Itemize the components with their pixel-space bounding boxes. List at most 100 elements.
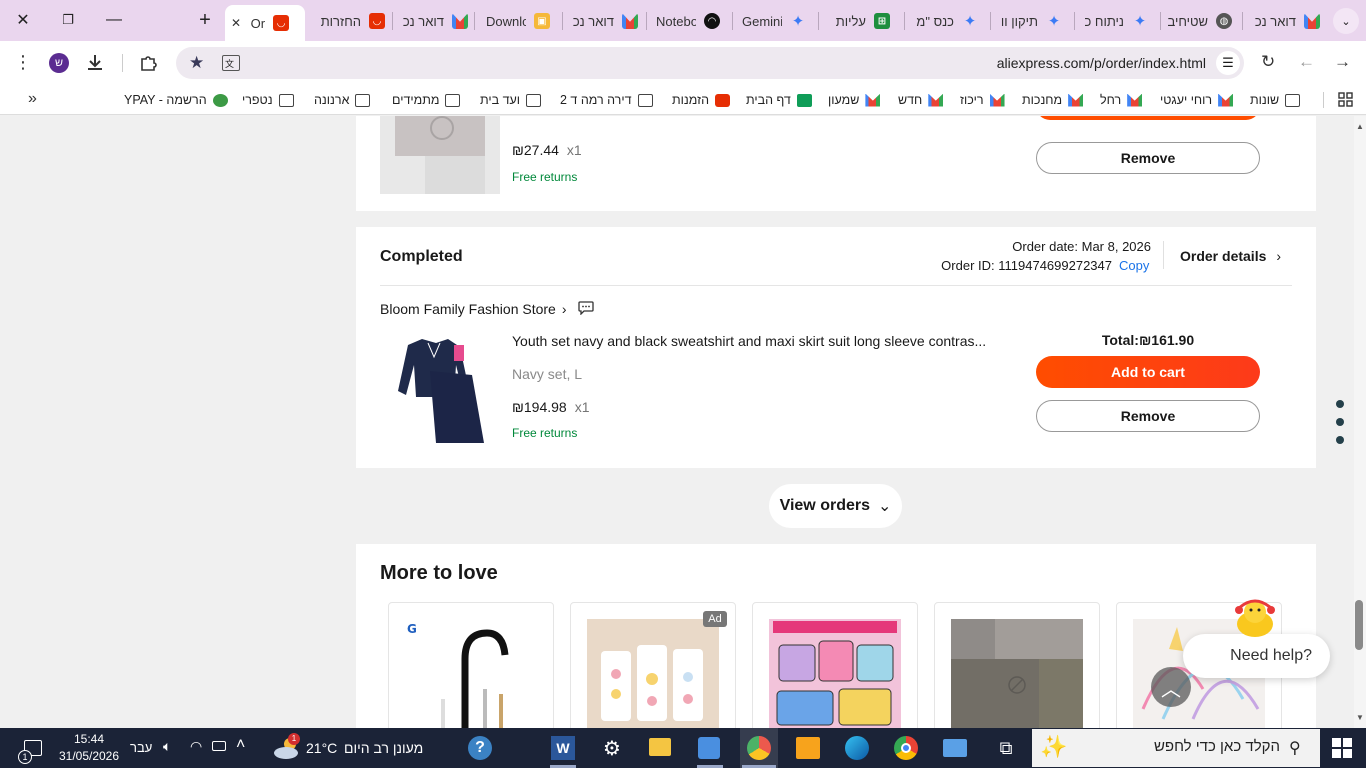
tab-gemini[interactable]: תיקון וו ✦ bbox=[998, 6, 1064, 36]
gmail-icon bbox=[1068, 93, 1084, 107]
bookmark-item[interactable]: חדש bbox=[898, 92, 944, 108]
profile-avatar[interactable]: ש bbox=[49, 53, 69, 73]
apps-button[interactable] bbox=[1338, 92, 1353, 107]
tab-gemini[interactable]: כנס "מ ✦ bbox=[914, 6, 980, 36]
weather-description[interactable]: מעונן רב היום bbox=[344, 740, 423, 756]
task-view-icon[interactable]: ⧉ bbox=[994, 736, 1018, 760]
calculator-app-icon[interactable] bbox=[796, 737, 820, 759]
bookmark-item[interactable]: רוחי יעגטי bbox=[1160, 92, 1234, 108]
bookmark-folder[interactable]: שונות bbox=[1250, 92, 1301, 108]
tab-title: דואר נכ bbox=[402, 13, 444, 29]
taskbar-search-placeholder[interactable]: הקלד כאן כדי לחפש bbox=[1100, 738, 1280, 755]
extensions-button[interactable] bbox=[138, 52, 160, 74]
menu-button[interactable]: ⋮ bbox=[14, 52, 32, 72]
folder-icon bbox=[526, 93, 542, 107]
order-details-link[interactable]: Order details › bbox=[1180, 248, 1281, 264]
remove-button[interactable]: Remove bbox=[1036, 142, 1260, 174]
add-to-cart-button[interactable] bbox=[1036, 116, 1260, 120]
close-window-button[interactable]: ✕ bbox=[0, 0, 46, 40]
bookmark-item[interactable]: רחל bbox=[1100, 92, 1143, 108]
bookmark-folder[interactable]: ועד בית bbox=[480, 92, 542, 108]
side-nav-dot[interactable] bbox=[1336, 400, 1344, 408]
scroll-up-arrow[interactable]: ▲ bbox=[1354, 122, 1366, 131]
monitor-app-icon[interactable] bbox=[943, 739, 967, 757]
product-title-link[interactable]: Youth set navy and black sweatshirt and … bbox=[512, 333, 992, 349]
tab-sheets[interactable]: עליות ⊞ bbox=[830, 6, 896, 36]
close-tab-icon[interactable]: ✕ bbox=[231, 16, 241, 30]
chat-store-button[interactable] bbox=[578, 301, 594, 316]
bookmark-item[interactable]: הזמנות bbox=[672, 92, 731, 108]
product-card[interactable] bbox=[752, 602, 918, 728]
tab-web[interactable]: שטיחיב ◍ bbox=[1168, 6, 1234, 36]
volume-icon[interactable]: 🔈︎ bbox=[163, 738, 171, 755]
forward-button[interactable]: → bbox=[1334, 52, 1351, 72]
back-button[interactable]: ← bbox=[1298, 52, 1315, 72]
bookmark-folder[interactable]: מתמידים bbox=[392, 92, 461, 108]
app-icon[interactable] bbox=[698, 737, 720, 759]
tab-download[interactable]: Downlc ▣ bbox=[486, 6, 552, 36]
order-date: Order date: Mar 8, 2026 bbox=[1012, 239, 1151, 254]
minimize-window-button[interactable]: — bbox=[91, 0, 137, 40]
word-app-icon[interactable]: W bbox=[551, 736, 575, 760]
folder-icon bbox=[355, 93, 371, 107]
file-explorer-icon[interactable] bbox=[649, 738, 671, 756]
tab-gemini[interactable]: Gemini ✦ bbox=[742, 6, 808, 36]
clock-time[interactable]: 15:44 bbox=[58, 732, 120, 746]
translate-button[interactable]: 文 bbox=[222, 55, 240, 71]
battery-icon[interactable] bbox=[212, 741, 226, 751]
tab-notebooklm[interactable]: Notebo ◠ bbox=[656, 6, 722, 36]
tab-gmail[interactable]: דואר נכ bbox=[570, 6, 638, 36]
tab-returns[interactable]: החזרות ◡ bbox=[313, 6, 385, 36]
copy-order-id-link[interactable]: Copy bbox=[1119, 258, 1149, 273]
bookmark-item[interactable]: ריכוז bbox=[960, 92, 1005, 108]
tab-search-button[interactable]: ⌄ bbox=[1333, 8, 1359, 34]
product-card[interactable]: Ad bbox=[570, 602, 736, 728]
bookmark-folder[interactable]: דירה רמה ד 2 bbox=[560, 92, 653, 108]
chevron-down-icon: ⌄ bbox=[1341, 15, 1351, 28]
bookmark-item[interactable]: מחנכות bbox=[1022, 92, 1084, 108]
edge-app-icon[interactable] bbox=[845, 736, 869, 760]
product-card[interactable] bbox=[934, 602, 1100, 728]
tab-orders[interactable]: ✕ Or ◡ bbox=[225, 5, 305, 41]
side-nav-dot[interactable] bbox=[1336, 436, 1344, 444]
store-link[interactable]: Bloom Family Fashion Store › bbox=[380, 301, 567, 317]
site-info-button[interactable]: ☰ bbox=[1216, 51, 1240, 75]
bookmark-item[interactable]: דף הבית bbox=[746, 92, 812, 108]
bookmark-folder[interactable]: נטפרי bbox=[242, 92, 294, 108]
remove-button[interactable]: Remove bbox=[1036, 400, 1260, 432]
url-text[interactable]: aliexpress.com/p/order/index.html bbox=[700, 55, 1206, 71]
downloads-button[interactable] bbox=[84, 52, 106, 74]
bookmark-folder[interactable]: ארנונה bbox=[314, 92, 371, 108]
restore-window-button[interactable]: ❐ bbox=[45, 0, 91, 40]
product-image[interactable] bbox=[380, 116, 500, 194]
bookmark-item[interactable]: שמעון bbox=[828, 92, 881, 108]
tab-gemini[interactable]: ניתוח כ ✦ bbox=[1084, 6, 1150, 36]
store-name: Bloom Family Fashion Store bbox=[380, 301, 556, 317]
bookmark-star-button[interactable]: ★ bbox=[189, 53, 204, 73]
start-button[interactable] bbox=[1330, 736, 1354, 760]
product-image[interactable] bbox=[380, 335, 500, 445]
tray-overflow-chevron-icon[interactable]: ˄ bbox=[236, 736, 245, 754]
side-nav-dot[interactable] bbox=[1336, 418, 1344, 426]
bookmark-item[interactable]: YPAY - הרשמה bbox=[124, 92, 228, 108]
chrome-app-icon[interactable] bbox=[894, 736, 918, 760]
help-mascot-icon[interactable] bbox=[1232, 598, 1278, 638]
scroll-down-arrow[interactable]: ▼ bbox=[1354, 713, 1366, 722]
settings-app-icon[interactable]: ⚙ bbox=[600, 736, 624, 760]
view-orders-button[interactable]: View orders ⌄ bbox=[769, 484, 902, 528]
add-to-cart-button[interactable]: Add to cart bbox=[1036, 356, 1260, 388]
language-indicator[interactable]: עבר bbox=[130, 740, 152, 755]
need-help-button[interactable]: Need help? bbox=[1183, 634, 1330, 678]
bookmarks-overflow-button[interactable]: » bbox=[28, 90, 37, 108]
back-to-top-button[interactable]: ︿ bbox=[1151, 667, 1191, 707]
clock-date[interactable]: 31/05/2026 bbox=[54, 749, 124, 763]
help-app-icon[interactable]: ? bbox=[468, 736, 492, 760]
new-tab-button[interactable]: + bbox=[182, 0, 228, 40]
temperature[interactable]: 21°C bbox=[306, 740, 337, 756]
scrollbar-thumb[interactable] bbox=[1355, 600, 1363, 650]
tab-gmail[interactable]: דואר נכ bbox=[400, 6, 468, 36]
reload-button[interactable]: ↻ bbox=[1261, 52, 1275, 72]
tab-gmail[interactable]: דואר נכ bbox=[1252, 6, 1322, 36]
product-card[interactable]: G bbox=[388, 602, 554, 728]
wifi-icon[interactable]: ◠ bbox=[190, 738, 202, 755]
